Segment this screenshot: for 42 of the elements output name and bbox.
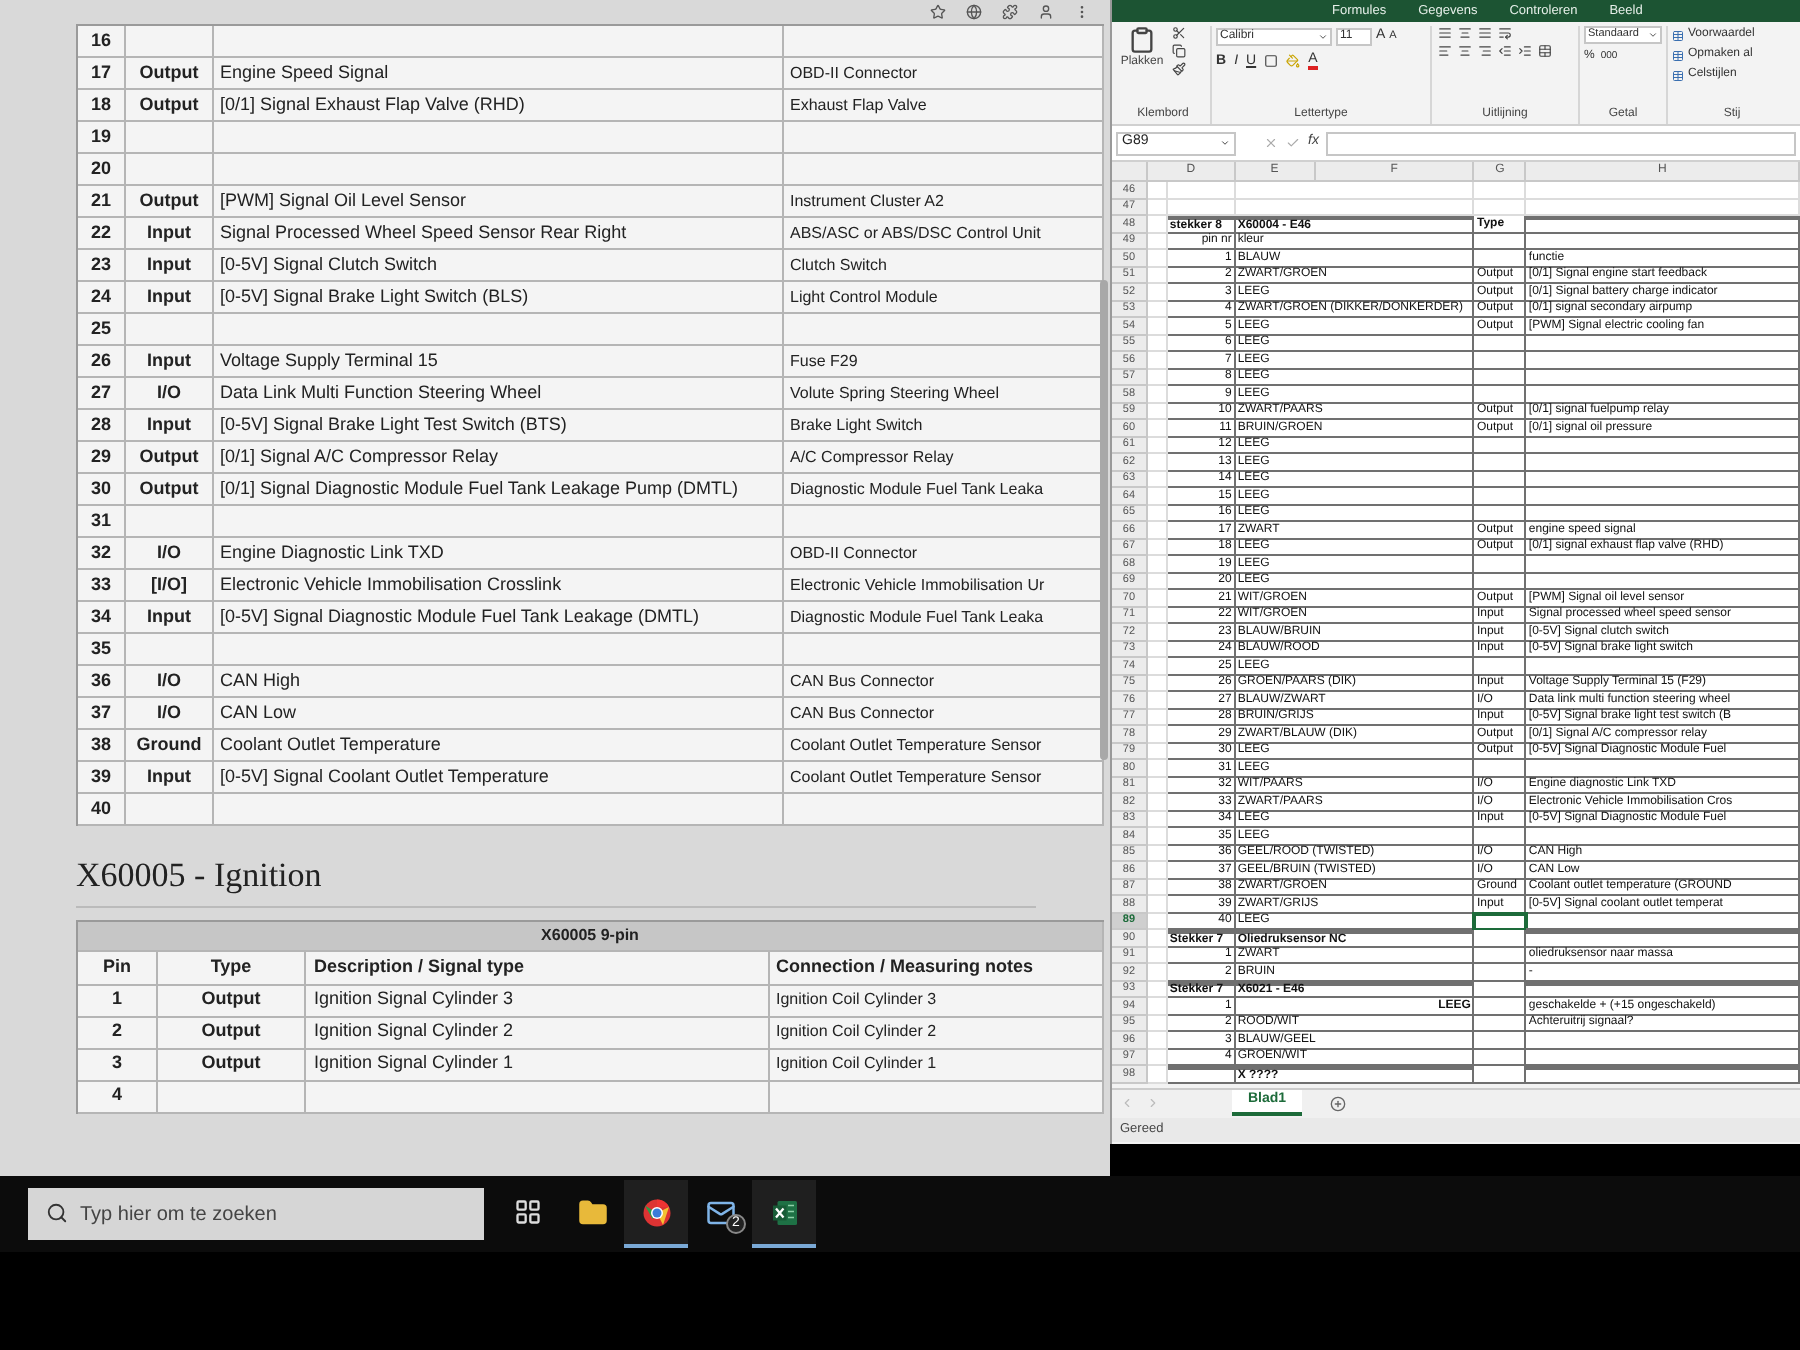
formula-field[interactable] (1326, 131, 1796, 155)
clipboard-icon (1128, 26, 1156, 54)
add-sheet-icon[interactable] (1330, 1095, 1347, 1111)
fill-color-icon[interactable] (1286, 54, 1301, 69)
taskbar-app[interactable] (624, 1180, 688, 1248)
caret-icon (1648, 30, 1658, 40)
border-icon[interactable] (1264, 54, 1279, 69)
star-icon[interactable] (930, 4, 946, 20)
caret-icon (1220, 138, 1230, 148)
folder-icon (577, 1197, 607, 1227)
section-heading: X60005 - Ignition (76, 850, 1036, 907)
align-right-icon[interactable] (1478, 44, 1492, 58)
indent-icon[interactable] (1518, 44, 1532, 58)
align-left-icon[interactable] (1438, 44, 1452, 58)
align-center-icon[interactable] (1458, 44, 1472, 58)
puzzle-icon[interactable] (1002, 4, 1018, 20)
taskbar-app[interactable] (752, 1180, 816, 1248)
outdent-icon[interactable] (1498, 44, 1512, 58)
scissors-icon[interactable] (1172, 26, 1186, 40)
table-style-icon (1672, 69, 1684, 81)
search-icon (46, 1201, 68, 1224)
globe-icon[interactable] (966, 4, 982, 20)
scrollbar[interactable] (1100, 280, 1108, 760)
align-bottom-icon[interactable] (1478, 26, 1492, 40)
spreadsheet-icon (769, 1197, 799, 1227)
table-title: X60005 9-pin (78, 921, 1104, 951)
table-style-icon (1672, 29, 1684, 41)
task-view-icon (514, 1198, 542, 1226)
table-style-icon (1672, 49, 1684, 61)
mail-icon (705, 1197, 735, 1227)
copy-icon[interactable] (1172, 44, 1186, 58)
align-middle-icon[interactable] (1458, 26, 1472, 40)
browser-icon (641, 1197, 671, 1227)
caret-icon (1318, 31, 1328, 42)
pin-number: 4 (78, 1081, 158, 1113)
brush-icon[interactable] (1172, 62, 1186, 76)
pin-number: 40 (78, 794, 126, 826)
profile-icon[interactable] (1038, 4, 1054, 20)
search-field[interactable]: Typ hier om te zoeken (28, 1188, 484, 1241)
align-top-icon[interactable] (1438, 26, 1452, 40)
wrap-text-icon[interactable] (1498, 26, 1512, 40)
merge-icon[interactable] (1538, 44, 1552, 58)
